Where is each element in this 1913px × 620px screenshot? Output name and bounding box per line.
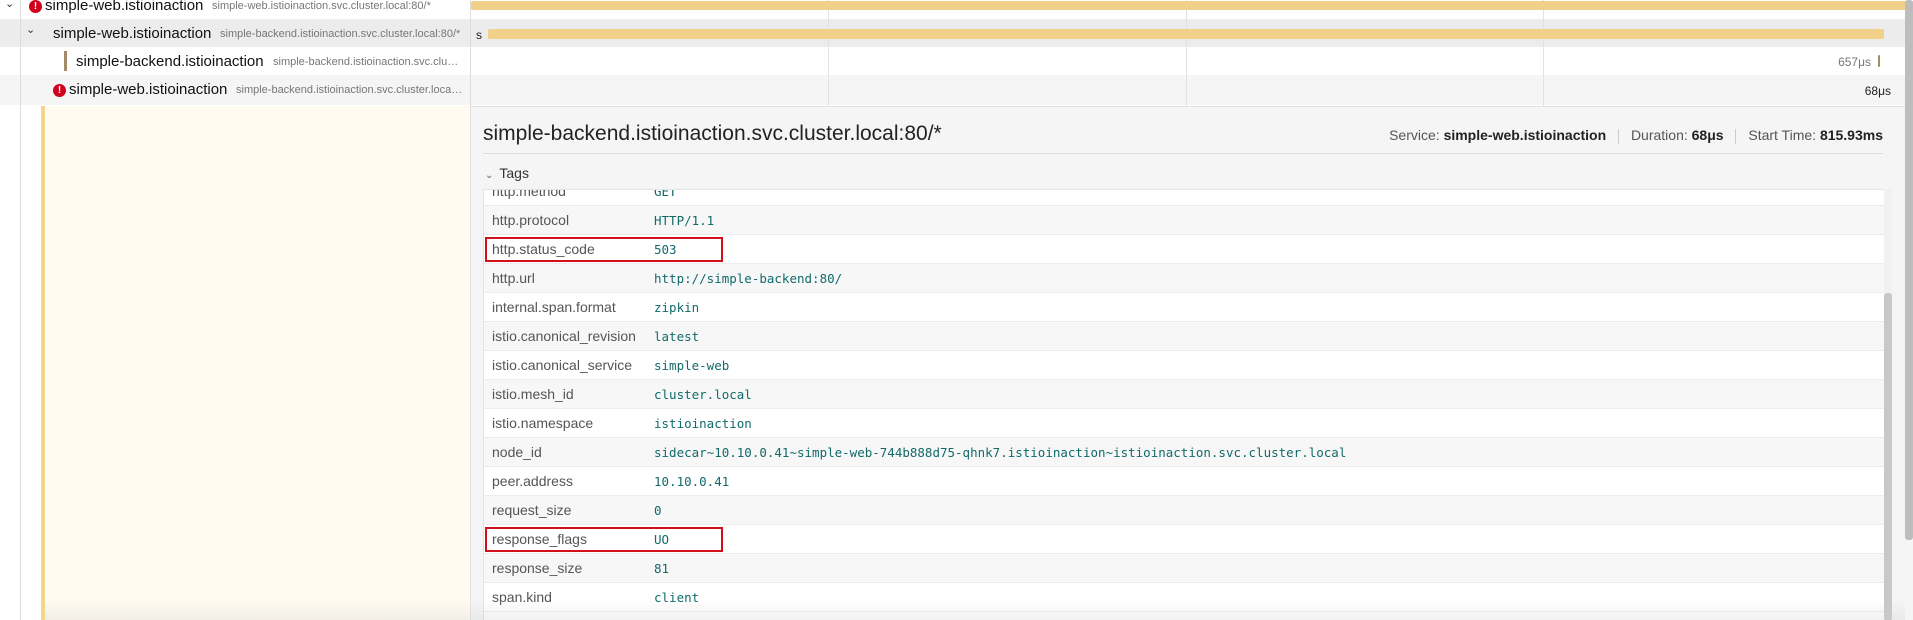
tag-row: istio.namespace istioinaction	[484, 409, 1884, 438]
tag-key: istio.canonical_revision	[492, 328, 636, 344]
tag-value: sidecar~10.10.0.41~simple-web-744b888d75…	[654, 445, 1347, 460]
span-operation-name: simple-backend.istioinaction.svc.cluster…	[273, 56, 463, 68]
tag-key: internal.span.format	[492, 299, 616, 315]
tag-row: peer.address 10.10.0.41	[484, 467, 1884, 496]
span-color-marker	[64, 51, 67, 71]
tag-value: 81	[654, 561, 670, 576]
tag-row: istio.mesh_id cluster.local	[484, 380, 1884, 409]
span-service-name: simple-web.istioinaction	[53, 25, 212, 42]
tag-row: istio.canonical_service simple-web	[484, 351, 1884, 380]
tag-key: request_size	[492, 502, 572, 518]
tag-row: istio.canonical_revision latest	[484, 322, 1884, 351]
start-time-value: 815.93ms	[1819, 127, 1883, 143]
tag-value: simple-web	[654, 358, 730, 373]
tag-value: istioinaction	[654, 416, 752, 431]
tag-row: internal.span.format zipkin	[484, 293, 1884, 322]
scrollbar-thumb[interactable]	[1884, 293, 1892, 620]
tag-key: node_id	[492, 444, 542, 460]
span-operation-name: simple-backend.istioinaction.svc.cluster…	[220, 28, 461, 40]
tag-key: istio.canonical_service	[492, 357, 633, 373]
tag-row: http.protocol HTTP/1.1	[484, 206, 1884, 235]
tag-row: response_flags UO	[484, 525, 1884, 554]
tags-scrollbar[interactable]	[1884, 189, 1892, 620]
span-color-rail	[41, 106, 45, 620]
bottom-shadow	[45, 600, 1905, 620]
tag-value: zipkin	[654, 300, 700, 315]
tag-row: response_size 81	[484, 554, 1884, 583]
tag-key: http.url	[492, 270, 535, 286]
tag-key: response_size	[492, 560, 583, 576]
tag-row: node_id sidecar~10.10.0.41~simple-web-744…	[484, 438, 1884, 467]
tag-value: HTTP/1.1	[654, 213, 715, 228]
chevron-down-icon: ⌄	[485, 170, 494, 181]
timeline-tick	[1186, 0, 1187, 106]
span-detail-panel: simple-backend.istioinaction.svc.cluster…	[470, 106, 1913, 620]
tag-value: GET	[654, 189, 677, 199]
tag-key: http.method	[492, 189, 566, 199]
page-scrollbar[interactable]	[1905, 0, 1913, 540]
tags-label: Tags	[499, 165, 529, 181]
divider	[1735, 128, 1737, 144]
span-detail-meta: Service: simple-web.istioinaction Durati…	[1389, 127, 1883, 144]
chevron-down-icon[interactable]: ⌄	[5, 0, 14, 10]
span-bar-label: s	[476, 28, 482, 42]
start-time-label: Start Time:	[1748, 127, 1817, 143]
tag-row: http.status_code 503	[484, 235, 1884, 264]
span-duration-label: 68μs	[1864, 84, 1891, 98]
span-operation-name: simple-backend.istioinaction.svc.cluster…	[236, 84, 464, 96]
span-bar[interactable]	[488, 29, 1884, 39]
span-bar[interactable]	[471, 1, 1913, 10]
tag-row: http.method GET	[484, 189, 1884, 206]
chevron-down-icon[interactable]: ⌄	[26, 23, 35, 36]
error-icon: !	[53, 84, 66, 97]
tags-table[interactable]: http.method GET http.protocol HTTP/1.1 htt…	[483, 189, 1885, 620]
tree-indent-guide	[20, 0, 21, 620]
tag-value: 0	[654, 503, 662, 518]
tag-key: peer.address	[492, 473, 573, 489]
error-icon: !	[29, 0, 42, 13]
tag-value: http://simple-backend:80/	[654, 271, 843, 286]
span-service-name: simple-web.istioinaction	[69, 81, 228, 98]
span-operation-name: simple-web.istioinaction.svc.cluster.loc…	[212, 0, 431, 12]
span-bar[interactable]	[1878, 55, 1880, 67]
span-service-name: simple-backend.istioinaction	[76, 53, 264, 70]
tag-key: http.protocol	[492, 212, 570, 228]
tags-section-toggle[interactable]: ⌄ Tags	[485, 165, 529, 181]
duration-label: Duration:	[1630, 127, 1688, 143]
tag-value: cluster.local	[654, 387, 752, 402]
tag-value: 10.10.0.41	[654, 474, 730, 489]
tag-row: request_size 0	[484, 496, 1884, 525]
timeline-tick	[828, 0, 829, 106]
divider	[1618, 128, 1620, 144]
detail-left-background	[45, 106, 469, 620]
duration-value: 68μs	[1691, 127, 1724, 143]
divider	[483, 153, 1883, 154]
tag-value: latest	[654, 329, 700, 344]
tag-key: istio.namespace	[492, 415, 594, 431]
service-label: Service:	[1389, 127, 1440, 143]
highlight-box	[485, 237, 723, 262]
tag-key: istio.mesh_id	[492, 386, 574, 402]
timeline-tick	[1543, 0, 1544, 106]
span-service-name: simple-web.istioinaction	[45, 0, 204, 14]
service-value: simple-web.istioinaction	[1443, 127, 1607, 143]
tag-row: http.url http://simple-backend:80/	[484, 264, 1884, 293]
timeline-area: s 657μs 68μs	[470, 0, 1913, 106]
highlight-box	[485, 527, 723, 552]
span-detail-title: simple-backend.istioinaction.svc.cluster…	[483, 122, 942, 145]
span-duration-label: 657μs	[1838, 55, 1871, 69]
